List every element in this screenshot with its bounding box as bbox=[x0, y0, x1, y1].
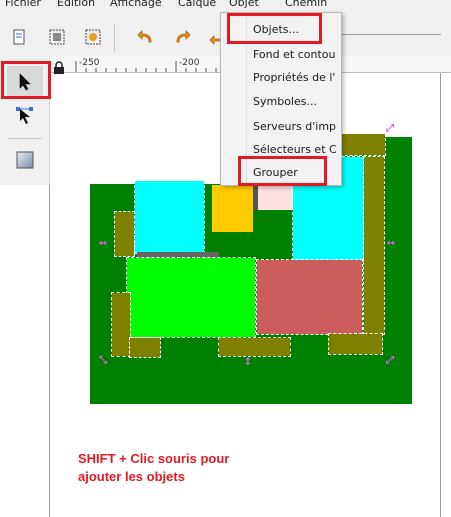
olive-bar[interactable] bbox=[111, 292, 131, 357]
dark-strip bbox=[253, 186, 258, 210]
menu-item-selecteurs[interactable]: Sélecteurs et C bbox=[253, 143, 337, 156]
rectangle-tool-icon bbox=[16, 151, 34, 169]
menu-item-symboles[interactable]: Symboles... bbox=[253, 95, 317, 108]
resize-handle-icon[interactable]: ↔ bbox=[386, 239, 396, 249]
olive-bar[interactable] bbox=[328, 333, 383, 355]
redo-icon[interactable] bbox=[171, 26, 193, 48]
gold-rect[interactable] bbox=[212, 185, 253, 232]
menu-chemin[interactable]: Chemin bbox=[285, 0, 327, 10]
menu-item-fond-et-contour[interactable]: Fond et contou bbox=[253, 48, 335, 61]
ruler-label: -250 bbox=[79, 58, 100, 68]
ruler-label: -200 bbox=[179, 58, 200, 68]
lock-icon[interactable] bbox=[53, 61, 65, 77]
resize-handle-icon[interactable]: ↔ bbox=[98, 239, 108, 249]
olive-bar[interactable] bbox=[218, 337, 291, 357]
menu-objet[interactable]: Objet bbox=[229, 0, 259, 10]
page-icon[interactable] bbox=[8, 26, 30, 48]
pink-rect[interactable] bbox=[258, 186, 293, 210]
page-border bbox=[49, 185, 50, 517]
menu-overlap-area bbox=[90, 137, 222, 184]
undo-icon[interactable] bbox=[135, 26, 157, 48]
menu-item-serveurs[interactable]: Serveurs d'imp bbox=[253, 120, 336, 133]
highlight-grouper bbox=[238, 156, 327, 186]
instruction-text: SHIFT + Clic souris pour ajouter les obj… bbox=[78, 450, 278, 486]
resize-handle-icon[interactable]: ↕ bbox=[243, 358, 253, 368]
bright-green-rect[interactable] bbox=[126, 257, 256, 338]
olive-bar[interactable] bbox=[363, 156, 385, 335]
resize-handle-icon[interactable]: ⤢ bbox=[385, 356, 395, 366]
node-tool-icon bbox=[16, 107, 33, 124]
menu-calque[interactable]: Calque bbox=[178, 0, 216, 10]
cyan-rect[interactable] bbox=[134, 180, 205, 254]
highlight-selector-tool bbox=[1, 61, 51, 99]
instruction-line: SHIFT + Clic souris pour bbox=[78, 451, 230, 466]
menu-affichage[interactable]: Affichage bbox=[110, 0, 162, 10]
node-tool[interactable] bbox=[7, 100, 43, 132]
olive-bar[interactable] bbox=[340, 133, 386, 156]
instruction-line: ajouter les objets bbox=[78, 469, 185, 484]
toolbar-separator bbox=[114, 24, 115, 52]
salmon-rect[interactable] bbox=[256, 259, 363, 335]
resize-handle-icon[interactable]: ⤢ bbox=[385, 124, 395, 134]
menu-edition[interactable]: Edition bbox=[57, 0, 95, 10]
select-all-icon[interactable] bbox=[46, 26, 68, 48]
menu-fichier[interactable]: Fichier bbox=[5, 0, 41, 10]
olive-bar[interactable] bbox=[129, 337, 161, 358]
rectangle-tool[interactable] bbox=[7, 144, 43, 176]
highlight-objets bbox=[227, 13, 322, 44]
page-border bbox=[440, 73, 441, 517]
menubar: Fichier Edition Affichage Calque Objet C… bbox=[0, 0, 451, 12]
resize-handle-icon[interactable]: ⤡ bbox=[98, 356, 108, 366]
tool-separator bbox=[8, 138, 42, 139]
olive-bar[interactable] bbox=[114, 211, 135, 257]
select-in-all-layers-icon[interactable] bbox=[82, 26, 104, 48]
menu-item-proprietes[interactable]: Propriétés de l' bbox=[253, 71, 335, 84]
